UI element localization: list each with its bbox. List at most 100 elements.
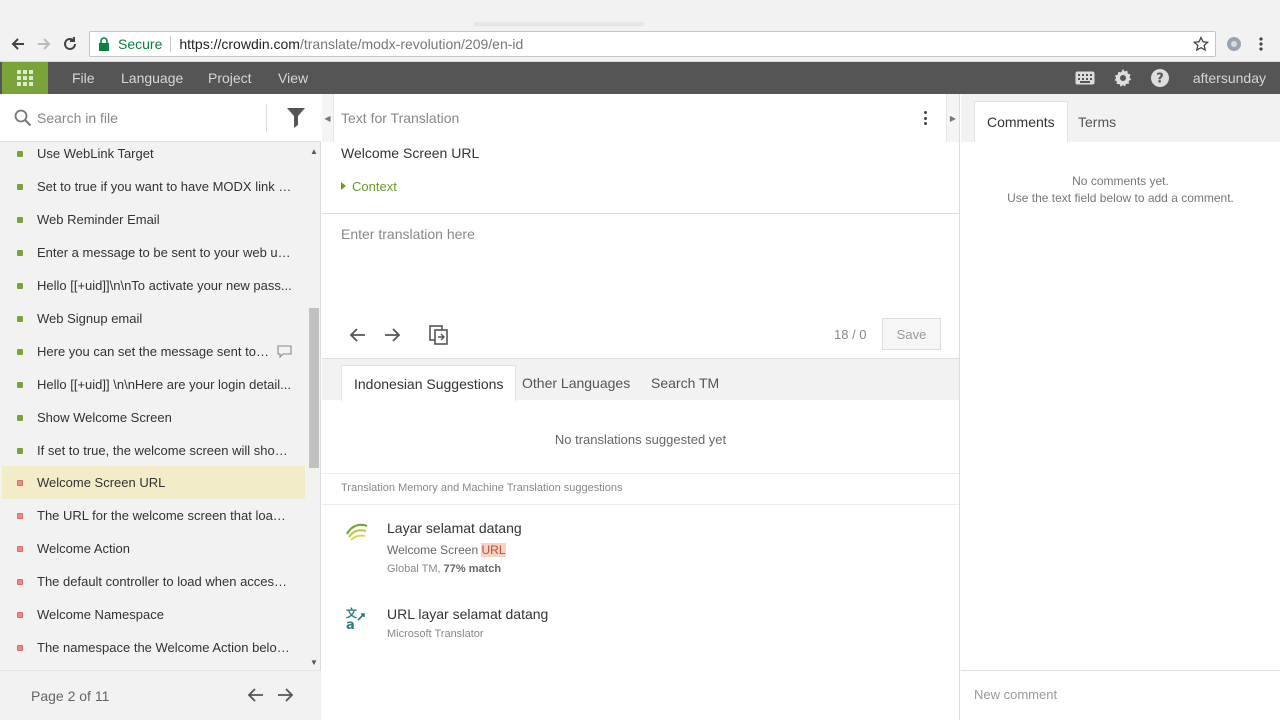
translation-input[interactable]	[341, 226, 941, 242]
tab-other-languages[interactable]: Other Languages	[510, 365, 642, 401]
forward-icon[interactable]	[34, 34, 54, 54]
status-dot	[17, 479, 23, 486]
reload-icon[interactable]	[60, 34, 80, 54]
string-item[interactable]: The default controller to load when acce…	[2, 565, 305, 598]
status-dot	[17, 611, 23, 618]
status-dot	[17, 150, 23, 157]
lock-icon	[98, 37, 112, 51]
secure-label: Secure	[118, 36, 163, 52]
string-item[interactable]: Hello [[+uid]]\n\nTo activate your new p…	[2, 269, 305, 302]
extension-icon[interactable]	[1226, 36, 1242, 55]
string-text: Web Reminder Email	[37, 212, 160, 227]
tab-terms[interactable]: Terms	[1066, 101, 1128, 142]
menu-language[interactable]: Language	[121, 70, 183, 86]
caret-right-icon	[341, 182, 346, 190]
suggestion-origin: Global TM,	[387, 563, 444, 575]
status-dot	[17, 447, 23, 454]
string-text: Welcome Action	[37, 541, 130, 556]
menu-project[interactable]: Project	[208, 70, 252, 86]
string-text: The namespace the Welcome Action belon..…	[37, 640, 292, 655]
menu-view[interactable]: View	[278, 70, 308, 86]
browser-menu-icon[interactable]	[1258, 36, 1264, 55]
comments-tabs: Comments Terms	[961, 94, 1280, 142]
string-text: Hello [[+uid]]\n\nTo activate your new p…	[37, 278, 292, 293]
character-counter: 18 / 0	[834, 327, 867, 342]
status-dot	[17, 545, 23, 552]
collapse-right-icon[interactable]: ▶	[946, 94, 959, 142]
string-item[interactable]: The URL for the welcome screen that load…	[2, 499, 305, 532]
string-text: Here you can set the message sent to y..…	[37, 344, 269, 359]
keyboard-icon[interactable]	[1075, 68, 1095, 88]
comment-icon[interactable]	[277, 345, 292, 361]
status-dot	[17, 249, 23, 256]
new-comment-input[interactable]	[974, 687, 1264, 702]
filter-icon[interactable]	[287, 108, 305, 131]
global-tm-icon	[345, 520, 369, 544]
new-comment-box	[961, 670, 1280, 720]
next-string-icon[interactable]	[382, 324, 404, 346]
strings-panel: Search in file Use WebLink Target Set to…	[0, 94, 321, 720]
string-item[interactable]: Show Welcome Screen	[2, 401, 305, 434]
empty-suggestions: No translations suggested yet	[554, 432, 727, 447]
scroll-up-icon[interactable]: ▲	[310, 147, 318, 156]
string-item-active[interactable]: Welcome Screen URL	[2, 466, 305, 499]
string-text: If set to true, the welcome screen will …	[37, 443, 292, 458]
next-page-icon[interactable]	[276, 685, 296, 705]
match-percentage: 77% match	[443, 563, 502, 575]
scrollbar-thumb[interactable]	[309, 308, 319, 468]
status-dot	[17, 381, 23, 388]
string-item[interactable]: Welcome Namespace	[2, 598, 305, 631]
string-item[interactable]: The namespace the Welcome Action belon..…	[2, 631, 305, 662]
settings-gear-icon[interactable]	[1113, 68, 1133, 88]
string-item[interactable]: Hello [[+uid]] \n\nHere are your login d…	[2, 368, 305, 401]
string-item[interactable]: If set to true, the welcome screen will …	[2, 434, 305, 467]
status-dot	[17, 414, 23, 421]
scroll-down-icon[interactable]: ▼	[310, 658, 318, 667]
save-button[interactable]: Save	[882, 318, 941, 350]
string-item[interactable]: Web Reminder Email	[2, 203, 305, 236]
divider	[322, 504, 959, 505]
tm-section-header: Translation Memory and Machine Translati…	[341, 482, 623, 494]
status-dot	[17, 216, 23, 223]
status-dot	[17, 348, 23, 355]
help-icon[interactable]: ?	[1150, 68, 1170, 88]
apps-grid-icon[interactable]	[2, 62, 48, 94]
menu-file[interactable]: File	[72, 70, 95, 86]
string-text: Set to true if you want to have MODX lin…	[37, 179, 292, 194]
bookmark-star-icon[interactable]	[1192, 35, 1210, 55]
string-item[interactable]: Web Signup email	[2, 302, 305, 335]
more-options-icon[interactable]	[920, 108, 930, 128]
status-dot	[17, 183, 23, 190]
string-text: Enter a message to be sent to your web u…	[37, 245, 292, 260]
empty-comments: No comments yet. Use the text field belo…	[961, 173, 1280, 207]
context-label: Context	[352, 179, 397, 194]
tab-indonesian-suggestions[interactable]: Indonesian Suggestions	[341, 365, 517, 401]
string-item[interactable]: Set to true if you want to have MODX lin…	[2, 170, 305, 203]
prev-page-icon[interactable]	[245, 685, 265, 705]
string-item[interactable]: Enter a message to be sent to your web u…	[2, 236, 305, 269]
suggestion-source: Welcome Screen URL	[387, 543, 506, 557]
tab-search-tm[interactable]: Search TM	[639, 365, 731, 401]
user-menu[interactable]: aftersunday	[1193, 70, 1266, 86]
search-input[interactable]: Search in file	[37, 110, 118, 126]
empty-comments-hint: Use the text field below to add a commen…	[1007, 191, 1234, 205]
tab-comments[interactable]: Comments	[974, 101, 1068, 142]
string-item[interactable]: Here you can set the message sent to y..…	[2, 335, 305, 368]
copy-source-icon[interactable]	[428, 324, 450, 346]
string-item[interactable]: Welcome Action	[2, 532, 305, 565]
url-path: /translate/modx-revolution/209/en-id	[299, 36, 524, 52]
address-bar[interactable]: Secure https://crowdin.com/translate/mod…	[89, 31, 1216, 57]
previous-string-icon[interactable]	[346, 324, 368, 346]
back-icon[interactable]	[8, 34, 28, 54]
divider	[322, 213, 959, 214]
svg-text:?: ?	[1156, 72, 1164, 87]
collapse-left-icon[interactable]: ◀	[322, 94, 334, 142]
suggestion-text: URL layar selamat datang	[387, 606, 549, 622]
section-title: Text for Translation	[341, 110, 460, 126]
string-text: Hello [[+uid]] \n\nHere are your login d…	[37, 377, 292, 392]
context-toggle[interactable]: Context	[341, 179, 397, 194]
svg-text:a: a	[346, 618, 355, 630]
string-item[interactable]: Use WebLink Target	[2, 142, 305, 170]
pager: Page 2 of 11	[0, 670, 321, 720]
browser-tab-strip	[0, 0, 1280, 26]
